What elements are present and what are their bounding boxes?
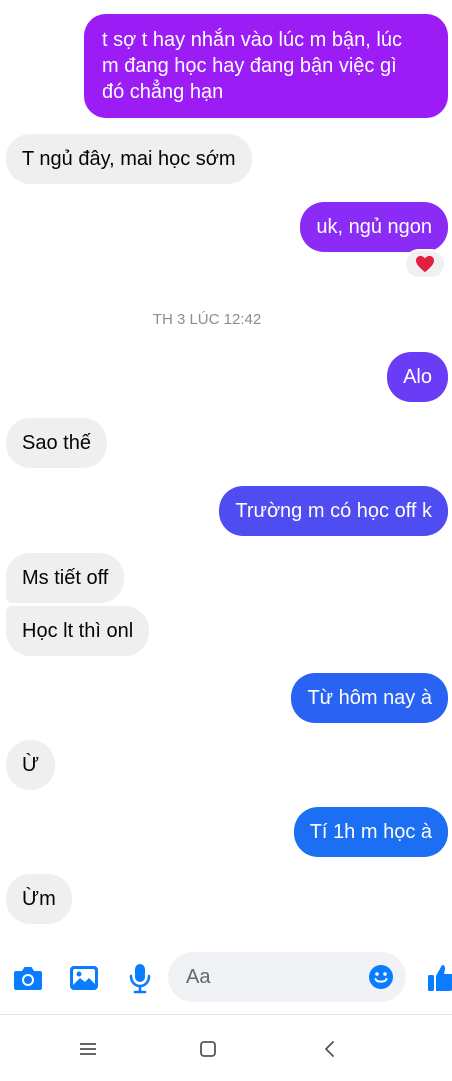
- message-composer: Aa: [0, 948, 452, 1008]
- voice-button[interactable]: [124, 962, 156, 994]
- message-timestamp: TH 3 LÚC 12:42: [152, 311, 262, 328]
- back-icon: [325, 1041, 334, 1057]
- gallery-button[interactable]: [68, 962, 100, 994]
- image-icon: [70, 966, 98, 990]
- menu-icon: [80, 1043, 96, 1055]
- message-bubble-outgoing[interactable]: Alo: [387, 352, 448, 402]
- message-bubble-incoming[interactable]: Học lt thì onl: [6, 606, 150, 656]
- message-bubble-incoming[interactable]: Ms tiết off: [6, 553, 125, 603]
- like-icon: [428, 965, 452, 991]
- system-navigation-bar: [0, 1014, 452, 1081]
- back-button[interactable]: [316, 1035, 344, 1063]
- reaction-badge[interactable]: [404, 249, 446, 279]
- message-bubble-incoming[interactable]: Sao thế: [6, 418, 107, 468]
- microphone-icon: [129, 964, 151, 994]
- message-bubble-incoming[interactable]: Ừm: [6, 874, 72, 924]
- emoji-icon[interactable]: [368, 964, 394, 990]
- camera-button[interactable]: [12, 962, 44, 994]
- message-bubble-incoming[interactable]: Ừ: [6, 740, 56, 790]
- message-input-placeholder: Aa: [186, 966, 211, 988]
- message-bubble-outgoing[interactable]: Tí 1h m học à: [293, 807, 448, 857]
- message-bubble-outgoing[interactable]: Trường m có học off k: [219, 486, 448, 536]
- home-icon: [200, 1041, 216, 1057]
- heart-icon: [416, 255, 434, 273]
- message-bubble-outgoing[interactable]: uk, ngủ ngon: [300, 202, 448, 252]
- message-bubble-outgoing[interactable]: Từ hôm nay à: [291, 673, 448, 723]
- recent-apps-button[interactable]: [74, 1035, 102, 1063]
- message-bubble-outgoing[interactable]: t sợ t hay nhắn vào lúc m bận, lúc m đan…: [84, 14, 448, 118]
- camera-icon: [14, 967, 42, 990]
- like-button[interactable]: [426, 962, 452, 994]
- home-button[interactable]: [194, 1035, 222, 1063]
- message-bubble-incoming[interactable]: T ngủ đây, mai học sớm: [6, 134, 252, 184]
- message-input[interactable]: Aa: [168, 952, 406, 1002]
